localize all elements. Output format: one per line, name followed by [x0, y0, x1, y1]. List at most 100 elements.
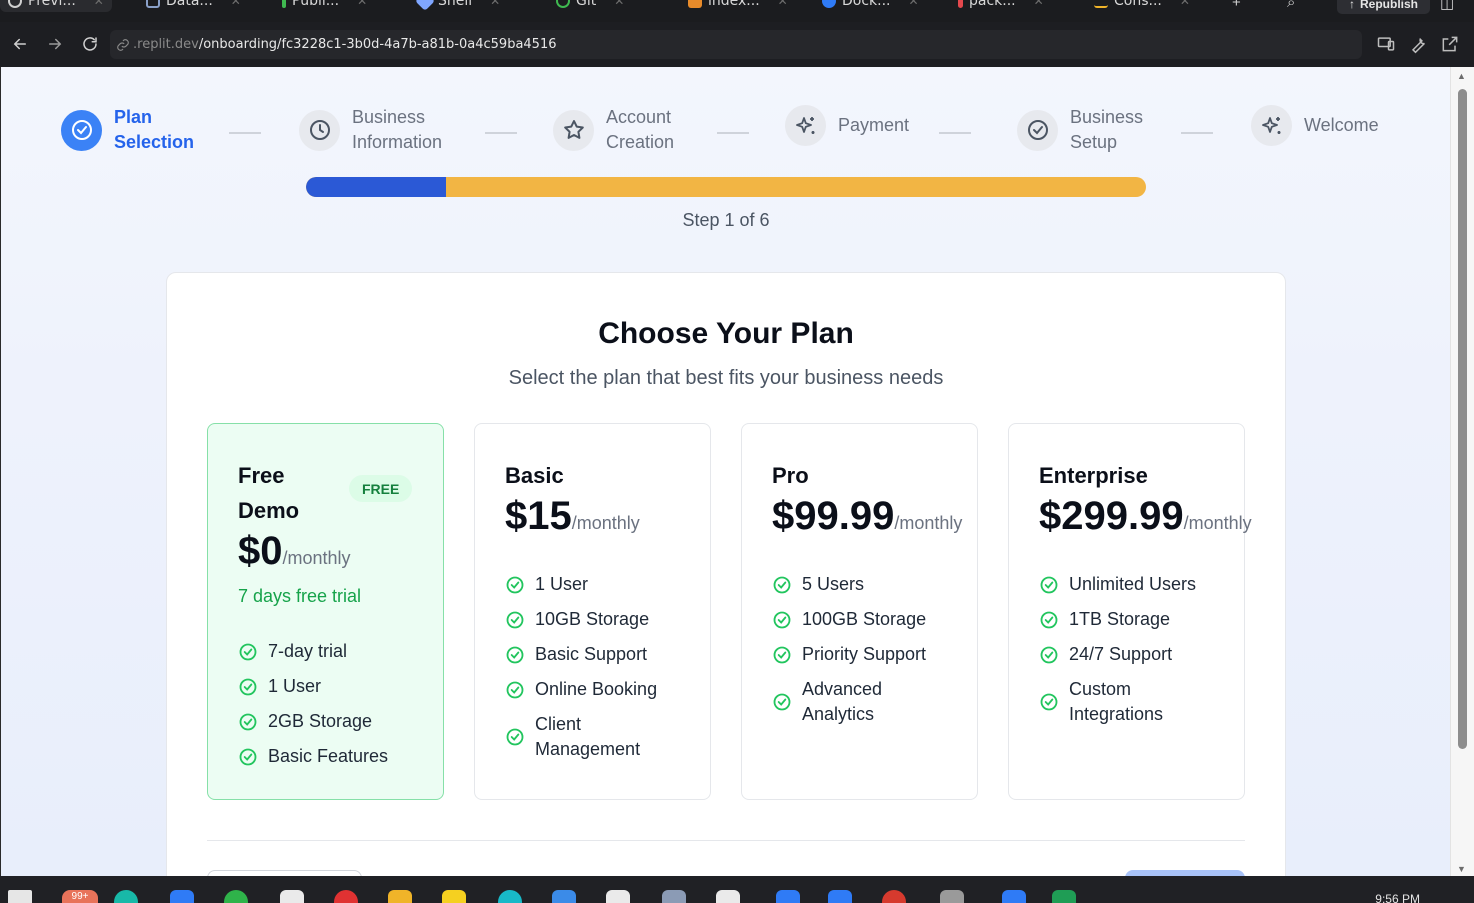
tab-label: Cons...: [1114, 0, 1162, 9]
external-link-icon[interactable]: [1440, 34, 1460, 54]
card-divider: [207, 840, 1245, 841]
start-icon[interactable]: [8, 890, 32, 903]
app-icon[interactable]: [940, 890, 964, 903]
app-icon[interactable]: [606, 890, 630, 903]
plan-card-enterprise[interactable]: Enterprise $299.99/monthly Unlimited Use…: [1008, 423, 1252, 800]
check-circle-icon: [773, 693, 791, 711]
tab-docker[interactable]: Dock... ✕: [822, 0, 919, 12]
feature-item: 1 User: [505, 572, 657, 597]
devices-icon[interactable]: [1376, 34, 1396, 54]
app-icon[interactable]: [1052, 890, 1076, 903]
app-icon[interactable]: [334, 890, 358, 903]
tab-index[interactable]: index... ✕: [688, 0, 788, 12]
tab-console[interactable]: Cons... ✕: [1094, 0, 1190, 12]
scroll-up-icon[interactable]: ▲: [1457, 71, 1466, 81]
reload-icon[interactable]: [78, 32, 102, 56]
search-icon[interactable]: ⌕: [1287, 0, 1295, 11]
check-circle-icon: [1040, 693, 1058, 711]
close-icon[interactable]: ✕: [614, 0, 624, 8]
app-icon[interactable]: [828, 890, 852, 903]
app-icon[interactable]: [114, 890, 138, 903]
plan-card-basic[interactable]: Basic $15/monthly 1 User 10GB Storage Ba…: [474, 423, 711, 800]
onboarding-stepper: Plan Selection Business Information Acco…: [61, 105, 1401, 161]
app-icon[interactable]: [776, 890, 800, 903]
step-payment[interactable]: Payment: [785, 105, 948, 146]
plan-card-pro[interactable]: Pro $99.99/monthly 5 Users 100GB Storage…: [741, 423, 978, 800]
step-account-creation[interactable]: Account Creation: [553, 105, 716, 155]
app-icon[interactable]: [498, 890, 522, 903]
feature-label: Basic Features: [268, 746, 389, 766]
check-circle-icon: [239, 748, 257, 765]
step-business-setup[interactable]: Business Setup: [1017, 105, 1180, 155]
close-icon[interactable]: ✕: [909, 0, 919, 8]
close-icon[interactable]: ✕: [357, 0, 367, 8]
check-circle-icon: [239, 713, 257, 730]
app-icon[interactable]: [1002, 890, 1026, 903]
price-amount: $299.99: [1039, 494, 1184, 538]
rocket-icon: ↑: [1348, 0, 1355, 11]
app-icon[interactable]: [388, 890, 412, 903]
step-divider: [229, 132, 261, 134]
price-period: /monthly: [1183, 513, 1252, 533]
step-welcome[interactable]: Welcome: [1251, 105, 1414, 146]
sparkles-icon: [785, 105, 826, 146]
scroll-thumb[interactable]: [1458, 89, 1467, 749]
onboarding-progress-bar: [306, 177, 1146, 197]
close-icon[interactable]: ✕: [490, 0, 500, 8]
layout-icon[interactable]: ◫: [1440, 0, 1454, 12]
back-arrow-icon[interactable]: [8, 32, 32, 56]
plan-price: $299.99/monthly: [1039, 494, 1252, 539]
tab-preview[interactable]: Previ... ✕: [0, 0, 112, 12]
close-icon[interactable]: ✕: [231, 0, 241, 8]
feature-item: Basic Support: [505, 642, 657, 667]
app-icon[interactable]: [716, 890, 740, 903]
page-scrollbar[interactable]: ▲ ▼: [1450, 67, 1474, 876]
tab-publishing[interactable]: Publi... ✕: [282, 0, 367, 12]
check-circle-icon: [1040, 611, 1058, 628]
close-icon[interactable]: ✕: [1034, 0, 1044, 8]
tab-label: index...: [708, 0, 760, 9]
app-icon[interactable]: [882, 890, 906, 903]
app-icon[interactable]: [170, 890, 194, 903]
republish-button[interactable]: ↑ Republish: [1336, 0, 1430, 14]
forward-arrow-icon[interactable]: [43, 32, 67, 56]
app-icon[interactable]: [442, 890, 466, 903]
link-icon: [117, 38, 129, 51]
feature-label: 2GB Storage: [268, 711, 373, 731]
app-icon[interactable]: [552, 890, 576, 903]
feature-item: 10GB Storage: [505, 607, 657, 632]
plan-card-free-demo[interactable]: Free Demo FREE $0/monthly 7 days free tr…: [207, 423, 444, 800]
feature-label: 1TB Storage: [1069, 609, 1171, 629]
check-circle-icon: [506, 681, 524, 698]
app-icon[interactable]: [280, 890, 304, 903]
close-icon[interactable]: ✕: [778, 0, 788, 8]
feature-item: Advanced Analytics: [772, 677, 922, 727]
price-period: /monthly: [571, 513, 640, 533]
plan-price: $15/monthly: [505, 494, 640, 539]
scroll-down-icon[interactable]: ▼: [1457, 864, 1466, 874]
close-icon[interactable]: ✕: [94, 0, 104, 8]
new-tab-icon[interactable]: +: [1232, 0, 1241, 11]
feature-label: Advanced Analytics: [802, 679, 883, 724]
plan-name: Free Demo: [238, 463, 300, 523]
url-bar[interactable]: .replit.dev/onboarding/fc3228c1-3b0d-4a7…: [110, 30, 1362, 59]
check-circle-icon: [506, 728, 524, 746]
app-icon[interactable]: [662, 890, 686, 903]
browser-toolbar: .replit.dev/onboarding/fc3228c1-3b0d-4a7…: [0, 22, 1474, 67]
progress-fill: [306, 177, 447, 197]
tab-packages[interactable]: pack... ✕: [958, 0, 1044, 12]
step-plan-selection[interactable]: Plan Selection: [61, 105, 224, 155]
app-icon[interactable]: [224, 890, 248, 903]
feature-item: Unlimited Users: [1039, 572, 1196, 597]
tab-database[interactable]: Data... ✕: [146, 0, 241, 12]
step-business-information[interactable]: Business Information: [299, 105, 462, 155]
tab-git[interactable]: Git ✕: [556, 0, 624, 12]
package-icon: [958, 0, 963, 8]
wrench-icon[interactable]: [1408, 34, 1428, 54]
tab-shell[interactable]: Shell ✕: [415, 0, 500, 12]
close-icon[interactable]: ✕: [1180, 0, 1190, 8]
feature-item: 7-day trial: [238, 639, 388, 664]
notification-badge[interactable]: 99+: [62, 890, 98, 903]
tab-label: Data...: [166, 0, 213, 9]
git-icon: [556, 0, 570, 8]
